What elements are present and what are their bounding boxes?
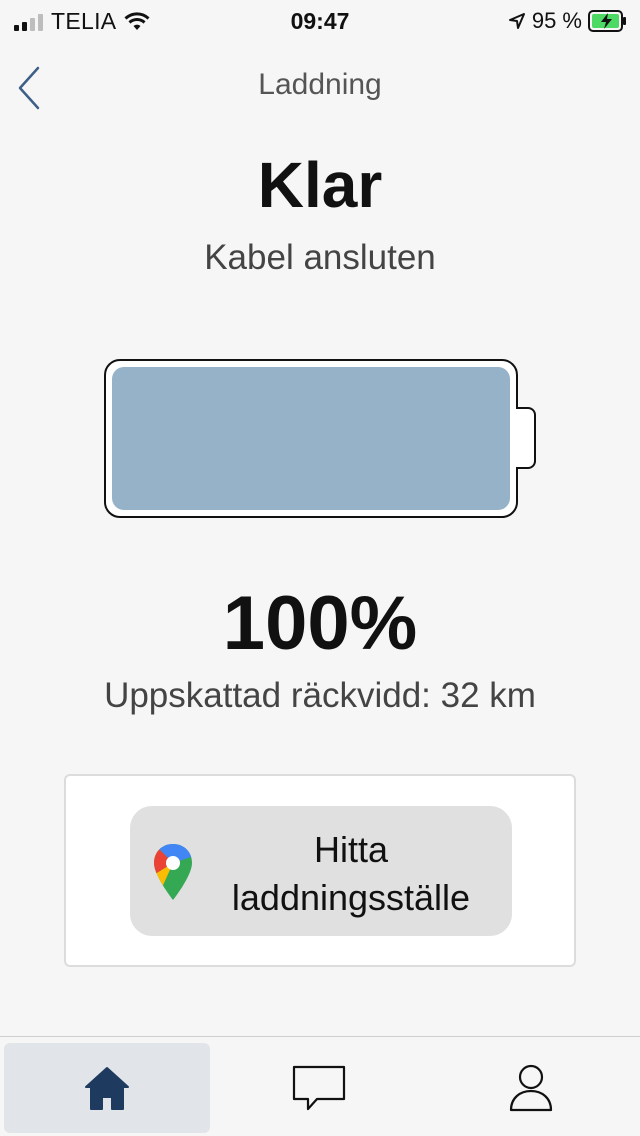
battery-graphic (104, 359, 518, 518)
battery-fill (112, 367, 510, 510)
location-arrow-icon (508, 13, 525, 29)
tab-messages[interactable] (216, 1043, 422, 1133)
google-maps-pin-icon (154, 844, 192, 900)
find-charging-station-button[interactable]: Hitta laddningsställe (130, 806, 512, 936)
page-title: Laddning (258, 68, 382, 101)
battery-terminal (516, 407, 536, 469)
battery-charging-icon (588, 10, 626, 32)
battery-percent: 95 % (531, 8, 582, 33)
charge-percent: 100% (222, 581, 418, 666)
status-bar: TELIA 09:47 95 % (0, 0, 640, 40)
charging-status-title: Klar (257, 149, 383, 221)
status-right: 95 % (508, 8, 628, 34)
find-charging-station-label: Hitta laddningsställe (200, 826, 502, 922)
cable-status: Kabel ansluten (204, 238, 436, 277)
chat-icon (292, 1065, 346, 1111)
tab-home[interactable] (4, 1043, 210, 1133)
find-charger-card: Hitta laddningsställe (64, 774, 576, 967)
estimated-range: Uppskattad räckvidd: 32 km (104, 676, 536, 715)
button-label-line2: laddningsställe (231, 877, 471, 918)
home-icon (85, 1067, 129, 1110)
button-label-line1: Hitta (313, 829, 389, 870)
tab-bar (0, 1036, 640, 1136)
profile-icon (509, 1064, 553, 1112)
tab-profile[interactable] (428, 1043, 634, 1133)
